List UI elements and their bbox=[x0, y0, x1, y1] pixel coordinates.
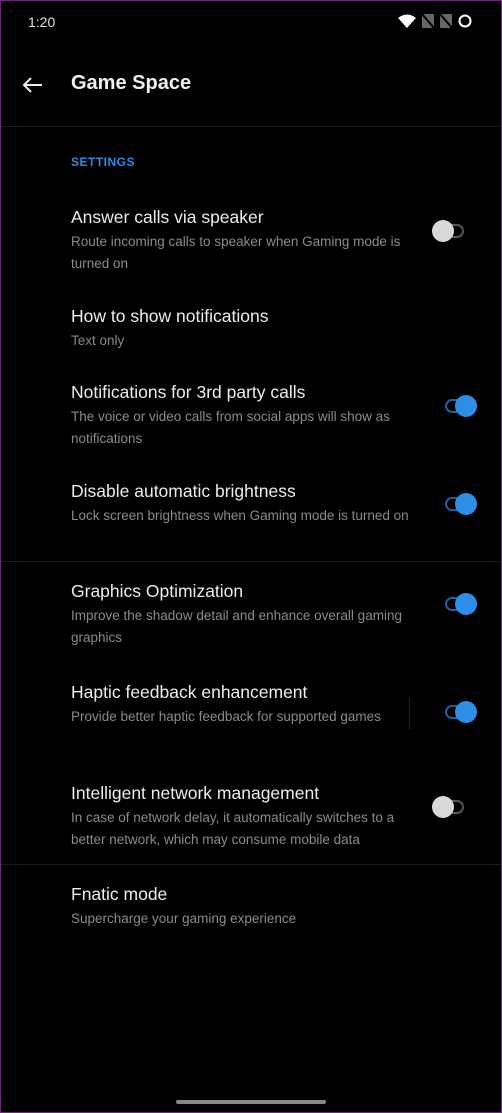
setting-show-notifications[interactable]: How to show notifications Text only bbox=[0, 306, 502, 351]
setting-graphics-optimization[interactable]: Graphics Optimization Improve the shadow… bbox=[0, 581, 502, 651]
toggle-switch[interactable] bbox=[441, 701, 477, 723]
wifi-icon bbox=[398, 14, 416, 28]
setting-subtitle: Supercharge your gaming experience bbox=[71, 911, 297, 926]
setting-title: Fnatic mode bbox=[71, 884, 168, 904]
no-sim-icon bbox=[422, 14, 434, 28]
divider bbox=[0, 561, 502, 562]
setting-haptic-feedback[interactable]: Haptic feedback enhancement Provide bett… bbox=[0, 682, 502, 752]
section-header: SETTINGS bbox=[71, 155, 136, 169]
back-arrow-icon[interactable] bbox=[18, 70, 48, 100]
setting-fnatic-mode[interactable]: Fnatic mode Supercharge your gaming expe… bbox=[0, 884, 502, 929]
home-indicator[interactable] bbox=[176, 1100, 326, 1104]
divider bbox=[0, 864, 502, 865]
page-title: Game Space bbox=[71, 72, 192, 94]
setting-title: How to show notifications bbox=[71, 306, 269, 326]
status-bar: 1:20 bbox=[0, 0, 502, 44]
toggle-switch[interactable] bbox=[432, 220, 468, 242]
setting-title: Haptic feedback enhancement bbox=[71, 682, 308, 702]
setting-subtitle: Route incoming calls to speaker when Gam… bbox=[71, 234, 401, 271]
setting-title: Notifications for 3rd party calls bbox=[71, 382, 306, 402]
no-sim-icon bbox=[440, 14, 452, 28]
toggle-switch[interactable] bbox=[441, 493, 477, 515]
setting-subtitle: Lock screen brightness when Gaming mode … bbox=[71, 508, 409, 523]
setting-title: Intelligent network management bbox=[71, 783, 320, 803]
setting-title: Disable automatic brightness bbox=[71, 481, 296, 501]
sync-ring-icon bbox=[458, 14, 472, 28]
setting-3rd-party-calls[interactable]: Notifications for 3rd party calls The vo… bbox=[0, 382, 502, 452]
setting-intelligent-network[interactable]: Intelligent network management In case o… bbox=[0, 783, 502, 853]
toggle-switch[interactable] bbox=[432, 796, 468, 818]
toggle-switch[interactable] bbox=[441, 593, 477, 615]
setting-answer-calls-speaker[interactable]: Answer calls via speaker Route incoming … bbox=[0, 207, 502, 277]
setting-subtitle: Text only bbox=[71, 333, 125, 348]
setting-title: Answer calls via speaker bbox=[71, 207, 264, 227]
status-time: 1:20 bbox=[28, 14, 56, 30]
setting-subtitle: In case of network delay, it automatical… bbox=[71, 810, 395, 847]
setting-subtitle: Provide better haptic feedback for suppo… bbox=[71, 709, 381, 724]
vertical-separator bbox=[409, 698, 410, 730]
toggle-switch[interactable] bbox=[441, 395, 477, 417]
setting-title: Graphics Optimization bbox=[71, 581, 244, 601]
setting-disable-auto-brightness[interactable]: Disable automatic brightness Lock screen… bbox=[0, 481, 502, 551]
app-bar: Game Space bbox=[0, 52, 502, 127]
setting-subtitle: The voice or video calls from social app… bbox=[71, 409, 390, 446]
setting-subtitle: Improve the shadow detail and enhance ov… bbox=[71, 608, 402, 645]
